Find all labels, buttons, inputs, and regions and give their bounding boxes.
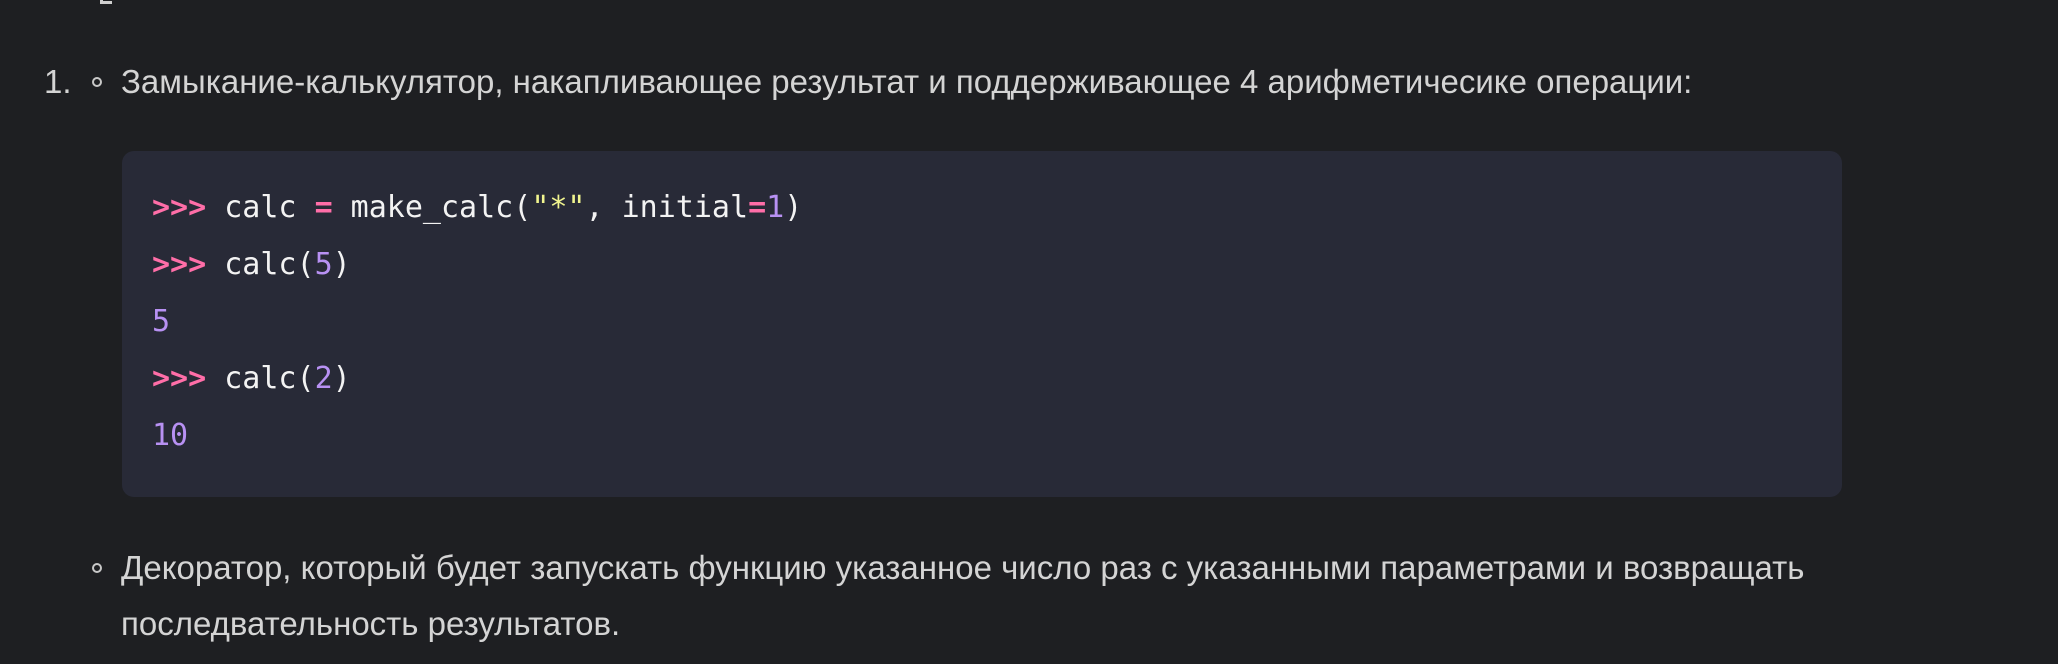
code-line-3: 5 <box>152 302 170 342</box>
code-text: ) <box>332 247 351 282</box>
code-text: ) <box>332 361 351 396</box>
code-block: >>> calc = make_calc("*", initial=1) >>>… <box>122 151 1842 497</box>
code-text: calc( <box>206 247 315 282</box>
code-line-4: >>> calc(2) <box>152 359 351 399</box>
operator: = <box>314 190 333 225</box>
code-text: ) <box>784 190 803 225</box>
code-text: calc( <box>206 361 315 396</box>
number-literal: 5 <box>314 247 333 282</box>
code-text: , initial <box>585 190 749 225</box>
bullet-icon <box>92 563 102 573</box>
list-item-decorator: Декоратор, который будет запускать функц… <box>121 549 1805 642</box>
list-item-calculator: Замыкание-калькулятор, накапливающее рез… <box>121 63 1693 100</box>
code-text: make_calc( <box>332 190 532 225</box>
previous-list-marker <box>100 0 112 4</box>
prompt-symbol: >>> <box>152 361 207 396</box>
output-value: 5 <box>152 304 171 339</box>
operator: = <box>748 190 767 225</box>
number-literal: 1 <box>766 190 785 225</box>
output-value: 10 <box>152 418 189 453</box>
bullet-icon <box>92 77 102 87</box>
list-number: 1. <box>44 63 72 100</box>
number-literal: 2 <box>314 361 333 396</box>
code-line-2: >>> calc(5) <box>152 245 351 285</box>
code-line-1: >>> calc = make_calc("*", initial=1) <box>152 188 802 228</box>
prompt-symbol: >>> <box>152 247 207 282</box>
code-line-5: 10 <box>152 416 188 456</box>
prompt-symbol: >>> <box>152 190 207 225</box>
code-text: calc <box>206 190 315 225</box>
string-literal: "*" <box>531 190 586 225</box>
